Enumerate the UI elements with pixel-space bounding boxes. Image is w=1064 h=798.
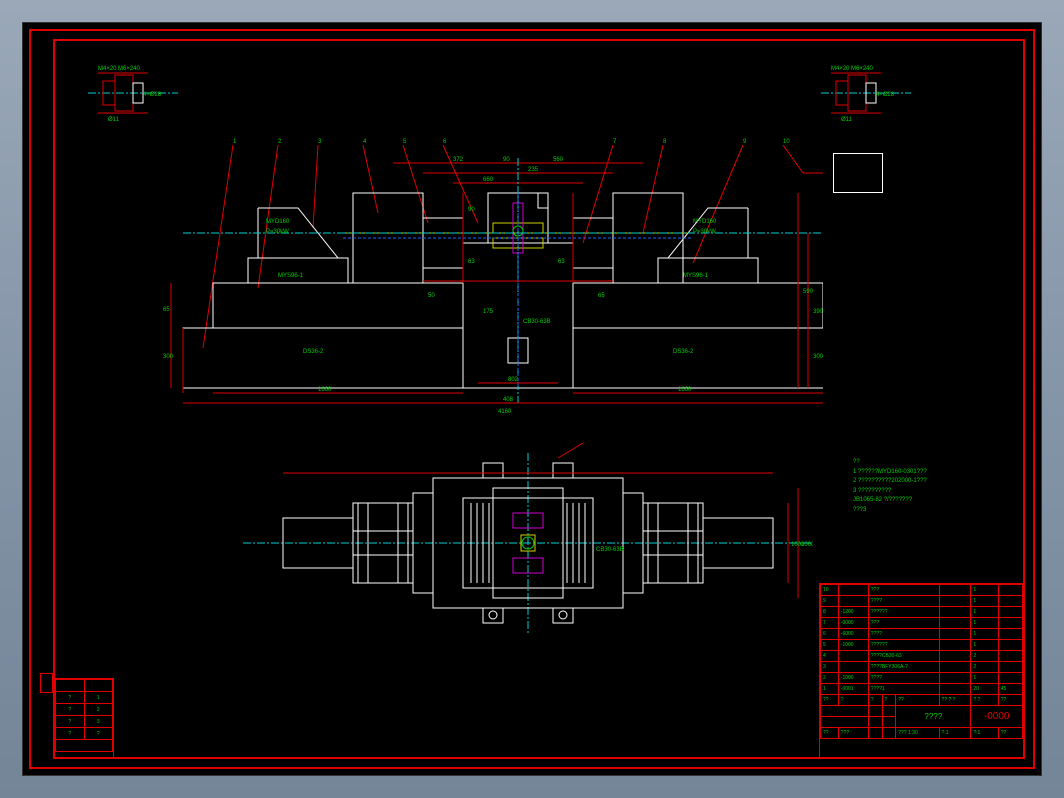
svg-text:7: 7 <box>613 139 617 145</box>
detail-view-right: M4×20 M6×240 4×Ø28 Ø11 <box>821 63 911 123</box>
svg-text:50: 50 <box>428 293 435 299</box>
svg-text:Ø11: Ø11 <box>841 117 853 123</box>
svg-text:MYS96-1: MYS96-1 <box>278 273 304 279</box>
svg-text:235: 235 <box>528 167 539 173</box>
svg-text:MYD160: MYD160 <box>693 219 717 225</box>
svg-text:90: 90 <box>503 157 510 163</box>
detail-box <box>833 153 883 193</box>
svg-text:175: 175 <box>483 309 494 315</box>
svg-text:4×Ø28: 4×Ø28 <box>876 92 895 98</box>
svg-text:P=30kW: P=30kW <box>693 229 716 235</box>
svg-text:8: 8 <box>663 139 667 145</box>
svg-text:P=30kW: P=30kW <box>266 229 289 235</box>
svg-text:660: 660 <box>483 177 494 183</box>
svg-text:1660: 1660 <box>678 387 692 393</box>
svg-text:4160: 4160 <box>498 409 512 415</box>
svg-text:1: 1 <box>233 139 237 145</box>
svg-text:300: 300 <box>163 354 174 360</box>
svg-text:DS36-2: DS36-2 <box>673 349 694 355</box>
sidebar-marks <box>40 673 53 693</box>
drawing-sheet: M4×20 M6×240 4×Ø28 Ø11 M4×20 M6×240 4×Ø2… <box>22 22 1042 776</box>
svg-text:1000: 1000 <box>791 542 805 548</box>
svg-text:CB30-63B: CB30-63B <box>523 319 551 325</box>
svg-text:802: 802 <box>508 377 519 383</box>
svg-text:2: 2 <box>278 139 282 145</box>
svg-text:4: 4 <box>363 139 367 145</box>
title-block: 10???1 9????1 8-1200??????1 7-0000???1 6… <box>819 583 1024 758</box>
svg-text:MYS96-1: MYS96-1 <box>683 273 709 279</box>
svg-text:5: 5 <box>403 139 407 145</box>
revision-table: ?1 ?2 ?3 ?? <box>54 678 114 758</box>
svg-text:M6×240: M6×240 <box>851 66 874 72</box>
svg-text:1660: 1660 <box>318 387 332 393</box>
svg-text:3: 3 <box>318 139 322 145</box>
svg-text:M4×20: M4×20 <box>831 66 850 72</box>
svg-text:390: 390 <box>813 309 823 315</box>
svg-text:65: 65 <box>163 307 170 313</box>
technical-notes: ?? 1 ??????MYD160-0301??? 2 ??????????20… <box>853 458 927 516</box>
svg-text:63: 63 <box>468 259 475 265</box>
plan-view: 1060 1000 ????? CB30-63B <box>243 443 813 643</box>
svg-text:6: 6 <box>443 139 447 145</box>
svg-text:90: 90 <box>468 207 475 213</box>
svg-text:560: 560 <box>553 157 564 163</box>
svg-text:DS36-2: DS36-2 <box>303 349 324 355</box>
svg-text:63: 63 <box>558 259 565 265</box>
svg-text:CB30-63B: CB30-63B <box>596 547 624 553</box>
svg-text:372: 372 <box>453 157 464 163</box>
svg-text:408: 408 <box>503 397 514 403</box>
svg-text:65: 65 <box>598 293 605 299</box>
main-elevation-view: 1 2 3 4 5 6 7 8 9 10 372 <box>83 63 823 423</box>
svg-text:MYD160: MYD160 <box>266 219 290 225</box>
svg-text:590: 590 <box>803 289 814 295</box>
svg-text:9: 9 <box>743 139 747 145</box>
svg-text:10: 10 <box>783 139 790 145</box>
svg-text:300: 300 <box>813 354 823 360</box>
